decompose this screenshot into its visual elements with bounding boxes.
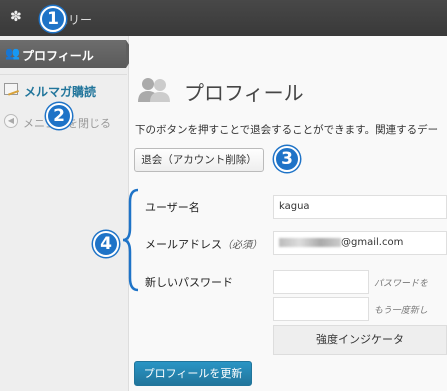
admin-bar: ✽ クベリー <box>0 0 447 36</box>
sidebar-item-profile[interactable]: 👥 プロフィール <box>0 40 135 68</box>
main-content: プロフィール 下のボタンを押すことで退会することができます。関連するデー 退会（… <box>129 36 447 391</box>
email-label: メールアドレス（必須） <box>145 236 262 252</box>
password-hint: パスワードを <box>374 279 429 289</box>
confirm-password-field[interactable] <box>273 297 369 321</box>
annotation-3: 3 <box>274 146 300 172</box>
redacted-email-prefix <box>279 237 341 247</box>
email-field[interactable]: @gmail.com <box>273 231 447 255</box>
annotation-4: 4 <box>93 231 119 257</box>
withdraw-description: 下のボタンを押すことで退会することができます。関連するデー <box>135 124 439 136</box>
sidebar-divider <box>0 74 127 75</box>
password-strength-indicator: 強度インジケータ <box>273 325 447 355</box>
profile-users-icon <box>138 78 170 102</box>
new-password-label: 新しいパスワード <box>145 276 233 289</box>
annotation-2: 2 <box>46 103 72 129</box>
confirm-password-hint: もう一度新し <box>374 306 428 316</box>
admin-sidebar: 👥 プロフィール メルマガ購読 ◀ メニューを閉じる <box>0 36 135 391</box>
update-profile-button[interactable]: プロフィールを更新 <box>134 361 252 386</box>
sidebar-item-newsletter[interactable]: メルマガ購読 <box>4 80 124 102</box>
email-field-value: @gmail.com <box>341 237 404 248</box>
username-field[interactable]: kagua <box>273 195 447 219</box>
annotation-1: 1 <box>40 6 66 32</box>
wordpress-flower-icon[interactable]: ✽ <box>10 9 22 25</box>
username-label: ユーザー名 <box>145 201 200 214</box>
sidebar-item-label: メルマガ購読 <box>24 85 97 99</box>
new-password-field[interactable] <box>273 270 369 294</box>
annotation-brace <box>122 188 139 292</box>
collapse-arrow-icon: ◀ <box>4 114 18 128</box>
newsletter-icon <box>4 83 18 95</box>
required-note: （必須） <box>222 240 262 251</box>
page-title: プロフィール <box>184 81 304 105</box>
users-icon: 👥 <box>5 46 20 60</box>
sidebar-item-label: プロフィール <box>22 49 94 63</box>
email-label-text: メールアドレス <box>145 238 222 251</box>
withdraw-account-button[interactable]: 退会（アカウント削除） <box>134 148 264 172</box>
